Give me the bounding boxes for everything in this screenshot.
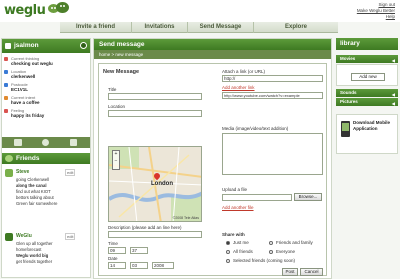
upload-label: Upload a file bbox=[222, 187, 248, 192]
library-header: library bbox=[336, 38, 398, 50]
friend-badge[interactable]: edit bbox=[65, 169, 76, 176]
add-another-file[interactable]: Add another file bbox=[222, 205, 254, 210]
friend-item[interactable]: Steve edit going Clerkenwell along the c… bbox=[5, 169, 89, 215]
description-input[interactable] bbox=[108, 231, 202, 238]
location-icon bbox=[4, 70, 8, 74]
thinking-icon bbox=[4, 57, 8, 61]
edit-profile-icon[interactable] bbox=[14, 139, 22, 146]
status-postcode[interactable]: Postcode EC1V1L bbox=[4, 82, 89, 94]
user-panel-header: jsalmon bbox=[2, 39, 90, 53]
share-everyone-label: Everyone bbox=[276, 249, 296, 254]
user-avatar-icon bbox=[5, 43, 11, 49]
location-input[interactable] bbox=[108, 110, 202, 117]
library-section-sounds[interactable]: Sounds ◀ bbox=[336, 89, 398, 97]
share-just-me-label: Just me bbox=[233, 240, 249, 245]
nav-send-message[interactable]: Send Message bbox=[188, 22, 254, 33]
time-minute-input[interactable]: 37 bbox=[130, 247, 148, 254]
weglu-logo-bubbles-icon bbox=[48, 2, 72, 18]
status-intent[interactable]: Current intent have a coffee bbox=[4, 95, 89, 107]
date-year-input[interactable]: 2008 bbox=[152, 262, 174, 269]
location-map[interactable]: + − London ©2008 Tele Atlas bbox=[108, 146, 202, 222]
panel-title: Send message bbox=[94, 39, 331, 50]
friends-title: Friends bbox=[16, 155, 40, 162]
top-links: Sign out Make Weglu Better Help bbox=[357, 2, 395, 20]
mobile-phone-icon bbox=[341, 121, 350, 137]
username[interactable]: jsalmon bbox=[14, 42, 39, 49]
user-panel: jsalmon Current thinking checking out we… bbox=[1, 38, 91, 278]
title-input[interactable] bbox=[108, 93, 202, 100]
title-label: Title bbox=[108, 87, 117, 92]
time-hour-input[interactable]: 09 bbox=[108, 247, 126, 254]
download-app-label[interactable]: Download Mobile Application bbox=[353, 120, 397, 132]
postcode-icon bbox=[4, 83, 8, 87]
attach-link-input-2[interactable]: http://www.youtube.com/watch?v=example bbox=[222, 92, 323, 99]
share-everyone-radio[interactable] bbox=[269, 250, 273, 254]
library-section-movies[interactable]: Movies ◀ bbox=[336, 55, 398, 63]
date-label: Date bbox=[108, 256, 118, 261]
media-textarea[interactable] bbox=[222, 133, 323, 175]
map-city-label: London bbox=[151, 181, 173, 187]
status-feeling[interactable]: Feeling happy its friday bbox=[4, 108, 89, 120]
media-label: Media (image/video/text addition) bbox=[222, 126, 289, 131]
main-nav: Invite a friend Invitations Send Message… bbox=[60, 22, 338, 33]
share-all-friends-radio[interactable] bbox=[226, 250, 230, 254]
friend-status-lines: Glen up all together homeforecast Weglu … bbox=[16, 241, 53, 264]
location-label: Location bbox=[108, 104, 126, 109]
nav-invite-friend[interactable]: Invite a friend bbox=[60, 22, 132, 33]
time-label: Time bbox=[108, 241, 118, 246]
friend-name[interactable]: WeGlu bbox=[16, 233, 32, 239]
status-thinking[interactable]: Current thinking checking out weglu bbox=[4, 56, 89, 68]
date-month-input[interactable]: 03 bbox=[130, 262, 148, 269]
add-new-button[interactable]: Add new bbox=[351, 73, 385, 81]
search-icon[interactable] bbox=[70, 139, 77, 146]
description-label: Description (please add an line here) bbox=[108, 225, 182, 230]
friend-name[interactable]: Steve bbox=[16, 169, 29, 175]
friend-avatar-icon bbox=[5, 233, 13, 241]
share-friends-family-label: Friends and family bbox=[276, 240, 313, 245]
user-toolbar bbox=[2, 137, 90, 148]
library-panel: library Movies ◀ Add new Sounds ◀ Pictur… bbox=[336, 38, 398, 279]
movies-content: Add new bbox=[336, 64, 398, 86]
friends-icon bbox=[5, 155, 13, 162]
share-selected-radio[interactable] bbox=[226, 259, 230, 263]
browse-button[interactable]: Browse... bbox=[294, 193, 322, 201]
download-app-box[interactable]: Download Mobile Application bbox=[336, 114, 398, 154]
expand-arrow-icon: ◀ bbox=[391, 101, 395, 106]
date-day-input[interactable]: 14 bbox=[108, 262, 126, 269]
map-copyright: ©2008 Tele Atlas bbox=[172, 216, 199, 220]
map-zoom-controls[interactable]: + − bbox=[112, 150, 120, 170]
friend-status-lines: going Clerkenwell along the canal find o… bbox=[16, 177, 58, 206]
friend-badge[interactable]: edit bbox=[65, 233, 76, 240]
status-location[interactable]: Location clerkenwell bbox=[4, 69, 89, 81]
share-friends-family-radio[interactable] bbox=[269, 241, 273, 245]
weglu-logo[interactable]: weglu bbox=[4, 3, 46, 18]
friend-item[interactable]: WeGlu edit Glen up all together homefore… bbox=[5, 233, 89, 273]
zoom-in-button[interactable]: + bbox=[113, 151, 119, 158]
zoom-out-button[interactable]: − bbox=[113, 158, 119, 165]
help-link[interactable]: Help bbox=[357, 14, 395, 20]
share-just-me-radio[interactable] bbox=[226, 241, 230, 245]
new-message-form: New Message Title Location + − London ©2… bbox=[98, 63, 327, 276]
send-message-panel: Send message home > new message New Mess… bbox=[93, 38, 332, 279]
nav-invitations[interactable]: Invitations bbox=[132, 22, 188, 33]
nav-explore[interactable]: Explore bbox=[254, 22, 338, 33]
share-selected-label: Selected friends (coming soon) bbox=[233, 258, 296, 263]
attach-link-input[interactable]: http:// bbox=[222, 75, 323, 82]
intent-icon bbox=[4, 96, 8, 100]
collapse-icon[interactable] bbox=[80, 42, 87, 49]
breadcrumb[interactable]: home > new message bbox=[94, 50, 331, 59]
new-message-heading: New Message bbox=[103, 69, 140, 75]
post-button[interactable]: Post bbox=[282, 268, 298, 276]
attach-link-label: Attach a link (or URL) bbox=[222, 69, 266, 74]
upload-file-input[interactable] bbox=[222, 194, 292, 201]
share-with-label: Share with bbox=[222, 232, 245, 237]
share-all-friends-label: All friends bbox=[233, 249, 253, 254]
friends-header: Friends bbox=[2, 153, 90, 164]
library-section-pictures[interactable]: Pictures ◀ bbox=[336, 98, 398, 106]
cancel-button[interactable]: Cancel bbox=[300, 268, 323, 276]
friend-avatar-icon bbox=[5, 169, 13, 177]
feeling-icon bbox=[4, 109, 8, 113]
settings-gear-icon[interactable] bbox=[42, 139, 49, 146]
add-another-link[interactable]: Add another link bbox=[222, 85, 255, 90]
